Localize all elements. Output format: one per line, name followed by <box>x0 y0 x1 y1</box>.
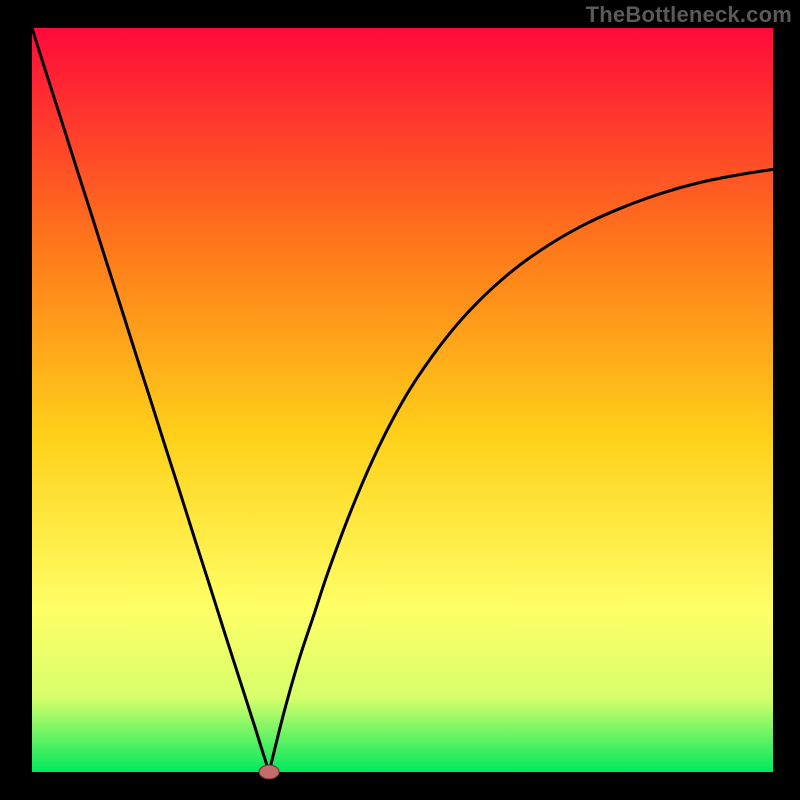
min-marker <box>259 765 279 779</box>
min-marker-dot <box>259 765 279 779</box>
chart-svg <box>0 0 800 800</box>
outer-frame: TheBottleneck.com <box>0 0 800 800</box>
watermark-text: TheBottleneck.com <box>586 2 792 28</box>
